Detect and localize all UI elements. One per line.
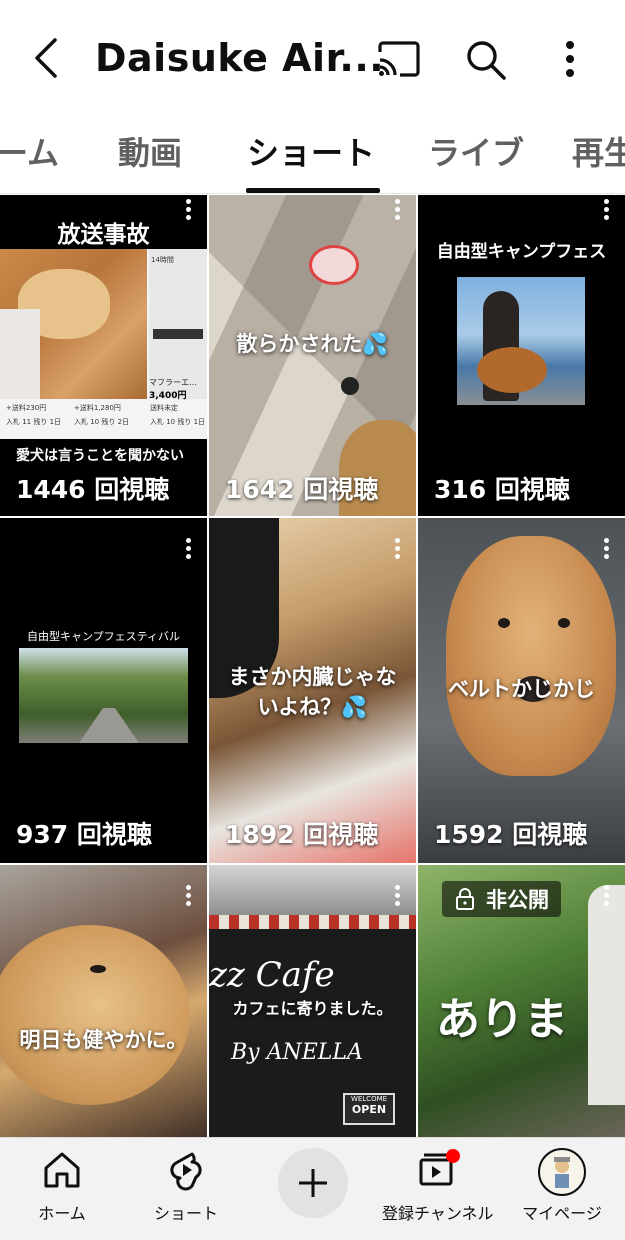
more-vert-icon[interactable] xyxy=(183,538,193,562)
cast-icon[interactable] xyxy=(374,38,422,82)
short-tile[interactable]: 自由型キャンプフェスティバル 937 回視聴 xyxy=(0,518,207,863)
bottom-navigation: ホーム ショート 登録チャンネル マイページ xyxy=(0,1137,625,1240)
home-icon xyxy=(44,1152,80,1188)
channel-tabs: ーム 動画 ショート ライブ 再生 xyxy=(0,118,625,194)
plus-icon xyxy=(299,1169,327,1197)
more-vert-icon[interactable] xyxy=(183,199,193,223)
short-caption: ベルトかじかじ xyxy=(448,677,595,701)
short-caption: カフェに寄りました。 xyxy=(232,999,393,1018)
more-vert-icon[interactable] xyxy=(392,885,402,909)
nav-subscriptions-label: 登録チャンネル xyxy=(382,1204,494,1223)
nav-mypage-label: マイページ xyxy=(522,1204,602,1223)
tab-shorts[interactable]: ショート xyxy=(247,128,375,174)
short-title-top: 放送事故 xyxy=(57,222,150,248)
short-tile[interactable]: 散らかされた💦 1642 回視聴 xyxy=(209,195,416,516)
active-tab-indicator xyxy=(246,188,380,193)
cafe-sign-text: zz Cafe xyxy=(209,955,335,995)
top-app-bar: Daisuke Air... xyxy=(0,0,625,118)
nav-home-label: ホーム xyxy=(38,1204,86,1223)
guitar-player-photo xyxy=(457,277,585,405)
view-count: 1446 回視聴 xyxy=(16,475,170,504)
nav-subscriptions[interactable]: 登録チャンネル xyxy=(382,1148,494,1224)
more-vert-icon[interactable] xyxy=(392,199,402,223)
dog-photo xyxy=(0,249,147,399)
more-vert-icon[interactable] xyxy=(183,885,193,909)
screenshot-thumbnail: 14時間 マフラーエ… 3,400円 +送料230円 +送料1,280円 送料未… xyxy=(0,249,207,439)
short-tile[interactable]: 明日も健やかに。 xyxy=(0,865,207,1137)
nav-shorts-label: ショート xyxy=(153,1204,218,1223)
view-count: 316 回視聴 xyxy=(434,475,570,504)
tab-playlists[interactable]: 再生 xyxy=(572,128,625,174)
subscriptions-icon xyxy=(419,1149,460,1186)
avatar-illustration-icon xyxy=(554,1157,570,1188)
short-tile[interactable]: ベルトかじかじ 1592 回視聴 xyxy=(418,518,625,863)
listing-item-photo: 14時間 マフラーエ… 3,400円 xyxy=(149,249,207,401)
more-vert-icon[interactable] xyxy=(601,885,611,909)
avatar xyxy=(538,1148,586,1196)
view-count: 1592 回視聴 xyxy=(434,820,588,849)
shorts-grid: 放送事故 14時間 マフラーエ… 3,400円 +送料230円 +送料1,280… xyxy=(0,195,625,1137)
forest-road-photo xyxy=(19,648,188,743)
nav-mypage[interactable]: マイページ xyxy=(507,1148,617,1224)
tab-home[interactable]: ーム xyxy=(0,128,59,174)
tab-live[interactable]: ライブ xyxy=(428,128,524,174)
nav-shorts[interactable]: ショート xyxy=(131,1148,241,1224)
short-tile[interactable]: 自由型キャンプフェス 316 回視聴 xyxy=(418,195,625,516)
short-tile[interactable]: 放送事故 14時間 マフラーエ… 3,400円 +送料230円 +送料1,280… xyxy=(0,195,207,516)
short-caption: 散らかされた💦 xyxy=(236,332,389,356)
short-tile[interactable]: まさか内臓じゃないよね？💦 1892 回視聴 xyxy=(209,518,416,863)
short-caption: 明日も健やかに。 xyxy=(19,1028,188,1052)
more-vert-icon[interactable] xyxy=(548,36,592,84)
create-button[interactable] xyxy=(278,1148,348,1218)
shorts-icon xyxy=(170,1152,202,1191)
lock-icon xyxy=(456,888,474,910)
nav-home[interactable]: ホーム xyxy=(7,1148,117,1224)
short-caption: 愛犬は言うことを聞かない xyxy=(16,448,184,464)
more-vert-icon[interactable] xyxy=(601,538,611,562)
dog-photo xyxy=(446,536,616,776)
short-title-top: 自由型キャンプフェスティバル xyxy=(26,630,180,643)
more-vert-icon[interactable] xyxy=(601,199,611,223)
back-arrow-icon[interactable] xyxy=(22,34,70,82)
channel-title: Daisuke Air... xyxy=(95,36,385,80)
cafe-sign-by: By ANELLA xyxy=(231,1040,363,1065)
tab-videos[interactable]: 動画 xyxy=(118,128,182,174)
more-vert-icon[interactable] xyxy=(392,538,402,562)
short-caption: まさか内臓じゃないよね？💦 xyxy=(228,665,397,720)
view-count: 937 回視聴 xyxy=(16,820,152,849)
short-title-top: 自由型キャンプフェス xyxy=(436,242,607,262)
search-icon[interactable] xyxy=(462,36,510,84)
short-tile[interactable]: 非公開 ありま xyxy=(418,865,625,1137)
welcome-open-sign: WELCOME OPEN xyxy=(343,1093,395,1125)
view-count: 1892 回視聴 xyxy=(225,820,379,849)
private-badge: 非公開 xyxy=(442,881,561,917)
view-count: 1642 回視聴 xyxy=(225,475,379,504)
short-tile[interactable]: zz Cafe By ANELLA カフェに寄りました。 WELCOME OPE… xyxy=(209,865,416,1137)
short-caption: ありま xyxy=(436,994,568,1045)
